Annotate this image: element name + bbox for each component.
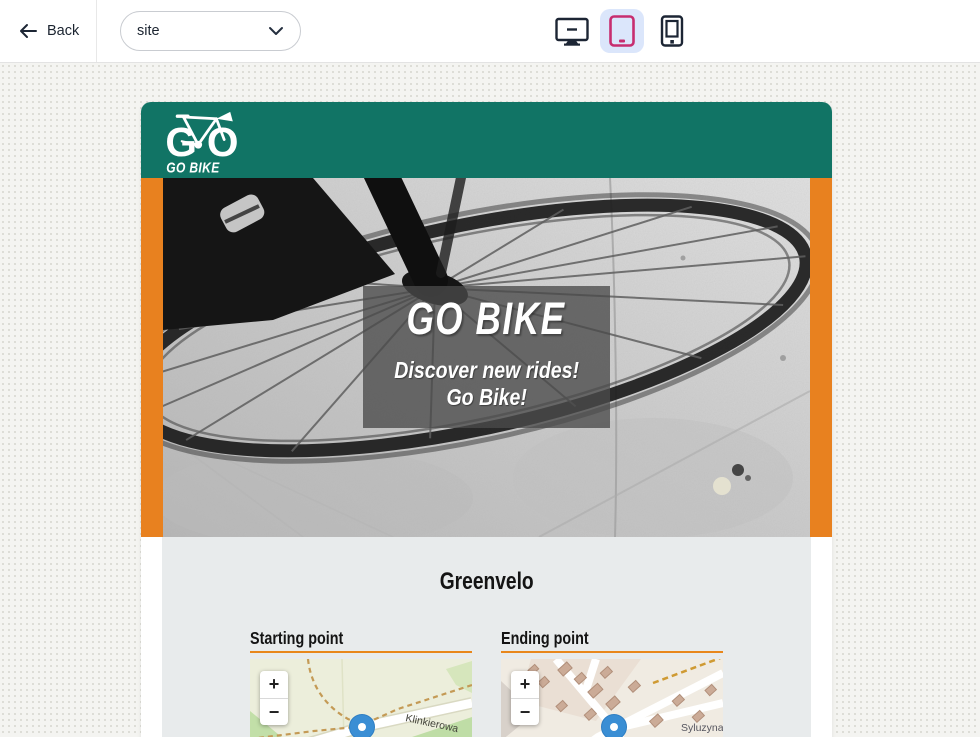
start-map-zoom-out-button[interactable]: − bbox=[260, 698, 288, 725]
back-button[interactable]: Back bbox=[18, 0, 79, 62]
starting-point-label: Starting point bbox=[250, 629, 343, 647]
page-select-dropdown[interactable]: site bbox=[120, 11, 301, 51]
start-map-marker[interactable] bbox=[349, 714, 375, 737]
hero-tagline-line1: Discover new rides! bbox=[394, 357, 579, 384]
back-label: Back bbox=[47, 23, 79, 39]
device-toggle-group bbox=[552, 0, 692, 62]
chevron-down-icon bbox=[268, 26, 284, 36]
hero-tagline: Discover new rides! Go Bike! bbox=[378, 357, 595, 411]
toolbar-divider bbox=[96, 0, 97, 62]
logo-wordmark: GO BIKE bbox=[166, 159, 220, 175]
hero-title: GO BIKE bbox=[407, 296, 566, 341]
site-preview-frame: G O GO BIKE bbox=[141, 102, 832, 737]
ending-point-label: Ending point bbox=[501, 629, 589, 647]
starting-point-map[interactable]: Klinkierowa + − bbox=[250, 659, 472, 737]
end-map-marker[interactable] bbox=[601, 714, 627, 737]
end-marker-dot bbox=[610, 723, 618, 731]
end-map-place-label: Syluzyna bbox=[681, 722, 723, 734]
mobile-icon bbox=[660, 15, 684, 47]
start-marker-dot bbox=[358, 723, 366, 731]
end-map-zoom-out-button[interactable]: − bbox=[511, 698, 539, 725]
ending-point-block: Ending point bbox=[501, 629, 723, 737]
ending-point-label-underline: Ending point bbox=[501, 629, 723, 653]
back-arrow-icon bbox=[18, 23, 38, 39]
hero-image-bike-wheel: GO BIKE Discover new rides! Go Bike! bbox=[163, 178, 810, 537]
preview-canvas: G O GO BIKE bbox=[0, 63, 980, 737]
site-header: G O GO BIKE bbox=[141, 102, 832, 178]
section-heading: Greenvelo bbox=[440, 568, 534, 596]
logo-crank bbox=[194, 141, 202, 149]
device-mobile-button[interactable] bbox=[652, 9, 692, 53]
go-bike-logo[interactable]: G O GO BIKE bbox=[163, 111, 249, 175]
start-map-zoom-control: + − bbox=[260, 671, 288, 725]
starting-point-label-underline: Starting point bbox=[250, 629, 472, 653]
starting-point-block: Starting point bbox=[250, 629, 472, 737]
route-maps-row: Starting point bbox=[250, 629, 723, 737]
route-section: Greenvelo Starting point bbox=[162, 537, 811, 737]
end-map-zoom-control: + − bbox=[511, 671, 539, 725]
device-tablet-button[interactable] bbox=[600, 9, 644, 53]
device-desktop-button[interactable] bbox=[552, 9, 592, 53]
tablet-icon bbox=[609, 15, 635, 47]
desktop-icon bbox=[554, 16, 590, 47]
hero-tagline-line2: Go Bike! bbox=[394, 384, 579, 411]
hero-overlay-card: GO BIKE Discover new rides! Go Bike! bbox=[363, 286, 610, 428]
end-map-zoom-in-button[interactable]: + bbox=[511, 671, 539, 698]
hero-section: GO BIKE Discover new rides! Go Bike! bbox=[141, 178, 832, 537]
ending-point-map[interactable]: Syluzyna + − bbox=[501, 659, 723, 737]
preview-toolbar: Back site bbox=[0, 0, 980, 63]
start-map-zoom-in-button[interactable]: + bbox=[260, 671, 288, 698]
page-select-value: site bbox=[137, 23, 160, 39]
